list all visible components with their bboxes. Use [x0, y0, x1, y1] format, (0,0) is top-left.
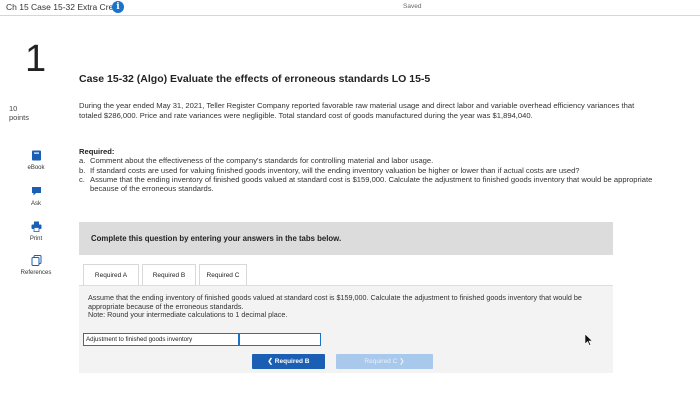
chevron-right-icon: ❯ — [399, 358, 405, 365]
adjustment-label: Adjustment to finished goods inventory — [83, 333, 239, 346]
required-item-text: If standard costs are used for valuing f… — [90, 165, 580, 175]
top-bar: Ch 15 Case 15-32 Extra Credit i Saved — [0, 0, 700, 16]
ebook-icon — [14, 150, 58, 163]
info-icon[interactable]: i — [112, 1, 124, 13]
adjustment-input[interactable] — [239, 333, 321, 346]
tab-required-a[interactable]: Required A — [83, 264, 139, 286]
references-label: References — [20, 270, 52, 276]
case-title: Case 15-32 (Algo) Evaluate the effects o… — [79, 73, 431, 85]
mouse-cursor-icon — [584, 333, 594, 351]
print-label: Print — [29, 236, 43, 242]
required-item-label: b. — [79, 165, 86, 175]
required-section: Required: a. Comment about the effective… — [79, 147, 669, 193]
required-item-a: a. Comment about the effectiveness of th… — [79, 156, 669, 165]
instructions-box: Complete this question by entering your … — [79, 222, 613, 255]
panel-question-text: Assume that the ending inventory of fini… — [88, 293, 582, 311]
ask-label: Ask — [30, 201, 41, 207]
points-value: 10 — [9, 104, 18, 113]
previous-tab-button[interactable]: ❮ Required B — [252, 354, 325, 369]
required-item-text: Assume that the ending inventory of fini… — [90, 174, 653, 194]
ask-button[interactable]: Ask — [14, 186, 58, 207]
question-number: 1 — [25, 38, 47, 80]
points-info: 10 points — [9, 104, 29, 122]
required-item-text: Comment about the effectiveness of the c… — [90, 156, 434, 166]
tab-required-c[interactable]: Required C — [199, 264, 247, 286]
next-tab-label: Required C — [364, 358, 398, 365]
required-item-label: a. — [79, 156, 86, 166]
required-item-c: c. Assume that the ending inventory of f… — [79, 175, 669, 194]
assignment-title: Ch 15 Case 15-32 Extra Credit — [6, 2, 123, 12]
required-item-label: c. — [79, 174, 85, 184]
previous-tab-label: Required B — [274, 358, 310, 365]
chevron-left-icon: ❮ — [267, 358, 273, 365]
references-button[interactable]: References — [14, 255, 58, 276]
saved-status: Saved — [403, 3, 422, 10]
required-item-b: b. If standard costs are used for valuin… — [79, 166, 669, 175]
tab-required-b[interactable]: Required B — [142, 264, 196, 286]
panel-instructions: Assume that the ending inventory of fini… — [88, 293, 603, 320]
printer-icon — [14, 221, 58, 234]
references-icon — [14, 255, 58, 268]
chat-bubble-icon — [14, 186, 58, 199]
next-tab-button[interactable]: Required C ❯ — [336, 354, 433, 369]
ebook-button[interactable]: eBook — [14, 150, 58, 171]
required-heading: Required: — [79, 147, 115, 156]
print-button[interactable]: Print — [14, 221, 58, 242]
panel-note: Note: Round your intermediate calculatio… — [88, 310, 288, 320]
case-intro: During the year ended May 31, 2021, Tell… — [79, 101, 635, 120]
ebook-label: eBook — [27, 165, 45, 171]
instructions-text: Complete this question by entering your … — [91, 234, 342, 243]
points-label: points — [9, 113, 30, 122]
